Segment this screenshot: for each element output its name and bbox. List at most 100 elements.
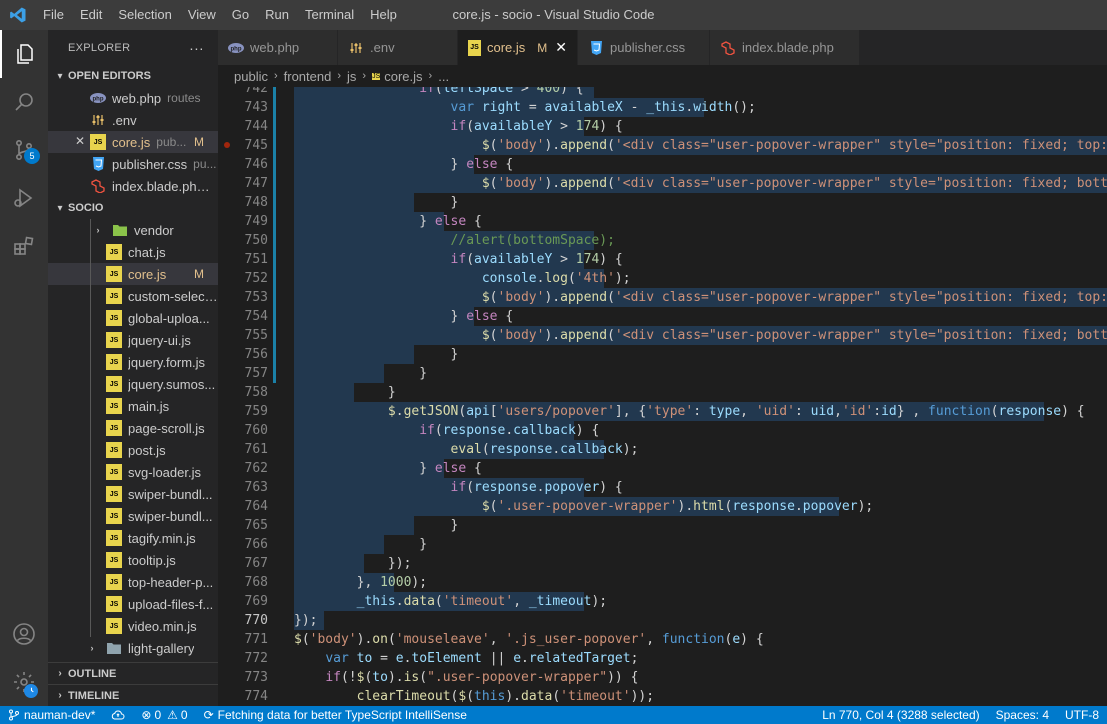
- code-line[interactable]: 769 _this.data('timeout', _timeout);: [218, 592, 1107, 611]
- encoding[interactable]: UTF-8: [1057, 708, 1107, 722]
- menu-edit[interactable]: Edit: [72, 0, 110, 30]
- problems-status[interactable]: ⊗ 0 ⚠ 0: [133, 708, 195, 722]
- timeline-section[interactable]: › TIMELINE: [48, 684, 218, 706]
- breadcrumb-item[interactable]: public: [234, 69, 268, 84]
- code-line[interactable]: 751 if(availableY > 174) {: [218, 250, 1107, 269]
- tab-web-php[interactable]: php web.php: [218, 30, 338, 65]
- code-line[interactable]: 761 eval(response.callback);: [218, 440, 1107, 459]
- code-line[interactable]: 754 } else {: [218, 307, 1107, 326]
- open-editors-section[interactable]: ▾ OPEN EDITORS: [48, 65, 218, 87]
- menu-view[interactable]: View: [180, 0, 224, 30]
- code-line[interactable]: 742 if(leftSpace > 400) {: [218, 87, 1107, 98]
- project-section[interactable]: ▾ SOCIO: [48, 197, 218, 219]
- code-line[interactable]: 757 }: [218, 364, 1107, 383]
- code-line[interactable]: 752 console.log('4th');: [218, 269, 1107, 288]
- file-item[interactable]: JS post.js: [48, 439, 218, 461]
- branch-status[interactable]: nauman-dev*: [0, 708, 103, 722]
- menu-run[interactable]: Run: [257, 0, 297, 30]
- file-item[interactable]: JS page-scroll.js: [48, 417, 218, 439]
- file-item[interactable]: JS upload-files-f...: [48, 593, 218, 615]
- file-item[interactable]: JS tagify.min.js: [48, 527, 218, 549]
- code-line[interactable]: 753 $('body').append('<div class="user-p…: [218, 288, 1107, 307]
- code-line[interactable]: 762 } else {: [218, 459, 1107, 478]
- file-item[interactable]: JS global-uploa...: [48, 307, 218, 329]
- open-editor-item[interactable]: ✕ JS core.js pub... M: [48, 131, 218, 153]
- file-item[interactable]: JS swiper-bundl...: [48, 483, 218, 505]
- indentation[interactable]: Spaces: 4: [988, 708, 1057, 722]
- file-item[interactable]: JS custom-select...: [48, 285, 218, 307]
- code-line[interactable]: 758 }: [218, 383, 1107, 402]
- breadcrumb-item[interactable]: js: [347, 69, 356, 84]
- breadcrumb-item[interactable]: ...: [438, 69, 449, 84]
- menu-terminal[interactable]: Terminal: [297, 0, 362, 30]
- file-item[interactable]: JS svg-loader.js: [48, 461, 218, 483]
- run-debug-icon[interactable]: [0, 174, 48, 222]
- code-line[interactable]: 768 }, 1000);: [218, 573, 1107, 592]
- file-item[interactable]: JS jquery-ui.js: [48, 329, 218, 351]
- tab-core-js[interactable]: JS core.js M ✕: [458, 30, 578, 65]
- file-item[interactable]: JS top-header-p...: [48, 571, 218, 593]
- code-line[interactable]: 766 }: [218, 535, 1107, 554]
- file-item[interactable]: JS core.js M: [48, 263, 218, 285]
- code-line[interactable]: 772 var to = e.toElement || e.relatedTar…: [218, 649, 1107, 668]
- cursor-position[interactable]: Ln 770, Col 4 (3288 selected): [814, 708, 987, 722]
- open-editor-item[interactable]: php web.php routes: [48, 87, 218, 109]
- file-item[interactable]: JS main.js: [48, 395, 218, 417]
- code-editor[interactable]: 742 if(leftSpace > 400) {743 var right =…: [218, 87, 1107, 706]
- search-icon[interactable]: [0, 78, 48, 126]
- code-line[interactable]: 755 $('body').append('<div class="user-p…: [218, 326, 1107, 345]
- breakpoint-icon[interactable]: [224, 142, 230, 148]
- open-editor-item[interactable]: index.blade.php...: [48, 175, 218, 197]
- code-line[interactable]: 748 }: [218, 193, 1107, 212]
- code-line[interactable]: 763 if(response.popover) {: [218, 478, 1107, 497]
- code-line[interactable]: 750 //alert(bottomSpace);: [218, 231, 1107, 250]
- file-item[interactable]: JS jquery.sumos...: [48, 373, 218, 395]
- file-item[interactable]: JS jquery.form.js: [48, 351, 218, 373]
- folder-light-gallery[interactable]: › light-gallery: [48, 637, 218, 659]
- breadcrumb-item[interactable]: frontend: [284, 69, 332, 84]
- code-line[interactable]: 745 $('body').append('<div class="user-p…: [218, 136, 1107, 155]
- menu-go[interactable]: Go: [224, 0, 257, 30]
- file-item[interactable]: JS chat.js: [48, 241, 218, 263]
- code-line[interactable]: 767 });: [218, 554, 1107, 573]
- tab-index-blade-php[interactable]: index.blade.php: [710, 30, 860, 65]
- code-line[interactable]: 770});: [218, 611, 1107, 630]
- file-tree: › vendor JS chat.js JS core.js M JS custom-selec…: [48, 219, 218, 637]
- tab-publisher-css[interactable]: publisher.css: [578, 30, 710, 65]
- code-line[interactable]: 746 } else {: [218, 155, 1107, 174]
- code-line[interactable]: 749 } else {: [218, 212, 1107, 231]
- open-editor-item[interactable]: .env: [48, 109, 218, 131]
- code-line[interactable]: 773 if(!$(to).is(".user-popover-wrapper"…: [218, 668, 1107, 687]
- code-line[interactable]: 756 }: [218, 345, 1107, 364]
- code-line[interactable]: 759 $.getJSON(api['users/popover'], {'ty…: [218, 402, 1107, 421]
- code-line[interactable]: 764 $('.user-popover-wrapper').html(resp…: [218, 497, 1107, 516]
- file-item[interactable]: JS tooltip.js: [48, 549, 218, 571]
- line-number: 758: [244, 385, 268, 400]
- file-item[interactable]: JS video.min.js: [48, 615, 218, 637]
- code-line[interactable]: 747 $('body').append('<div class="user-p…: [218, 174, 1107, 193]
- menu-help[interactable]: Help: [362, 0, 405, 30]
- close-icon[interactable]: ✕: [75, 134, 85, 148]
- code-line[interactable]: 774 clearTimeout($(this).data('timeout')…: [218, 687, 1107, 706]
- folder-item[interactable]: › vendor: [48, 219, 218, 241]
- file-item[interactable]: JS swiper-bundl...: [48, 505, 218, 527]
- files-icon[interactable]: [0, 30, 48, 78]
- source-control-icon[interactable]: 5: [0, 126, 48, 174]
- more-actions-icon[interactable]: ···: [189, 40, 204, 56]
- open-editor-item[interactable]: publisher.css pu...: [48, 153, 218, 175]
- code-line[interactable]: 743 var right = availableX - _this.width…: [218, 98, 1107, 117]
- extensions-icon[interactable]: [0, 222, 48, 270]
- settings-icon[interactable]: [0, 658, 48, 706]
- code-line[interactable]: 771 $('body').on('mouseleave', '.js_user-…: [218, 630, 1107, 649]
- menu-selection[interactable]: Selection: [110, 0, 179, 30]
- close-icon[interactable]: ✕: [555, 39, 567, 56]
- code-line[interactable]: 760 if(response.callback) {: [218, 421, 1107, 440]
- code-line[interactable]: 765 }: [218, 516, 1107, 535]
- menu-file[interactable]: File: [35, 0, 72, 30]
- tab--env[interactable]: .env: [338, 30, 458, 65]
- breadcrumb-item[interactable]: core.js: [384, 69, 422, 84]
- outline-section[interactable]: › OUTLINE: [48, 662, 218, 684]
- code-line[interactable]: 744 if(availableY > 174) {: [218, 117, 1107, 136]
- account-icon[interactable]: [0, 610, 48, 658]
- sync-status[interactable]: [103, 709, 133, 721]
